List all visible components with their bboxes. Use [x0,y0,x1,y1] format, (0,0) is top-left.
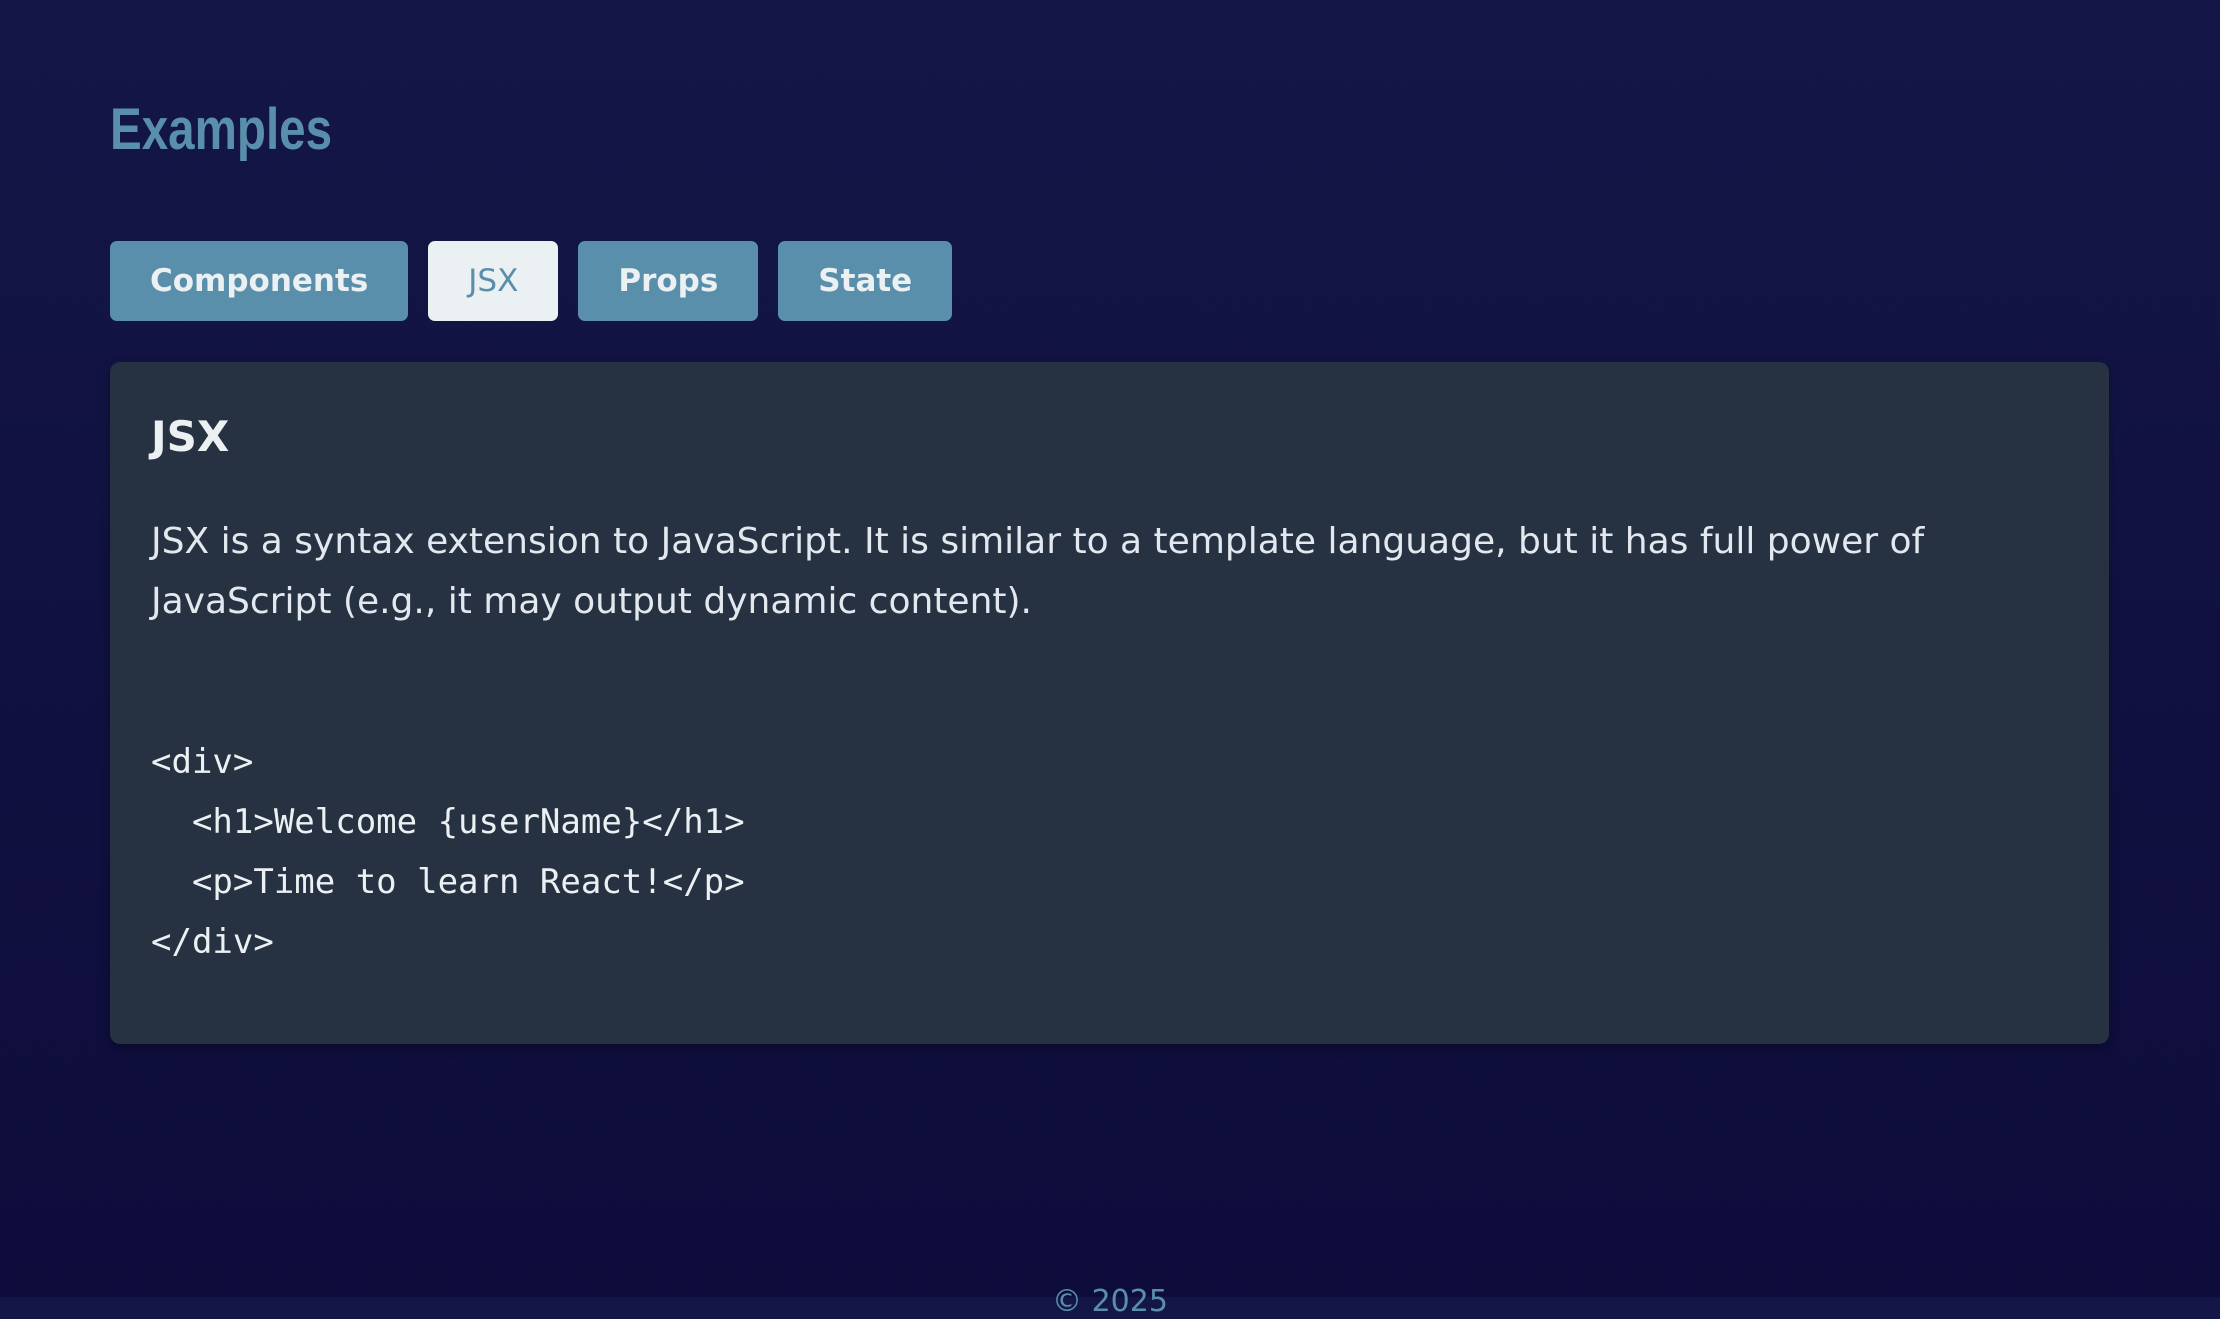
tab-bar: Components JSX Props State [110,241,953,321]
code-example: <div> <h1>Welcome {userName}</h1> <p>Tim… [151,742,745,962]
footer-text: © 2025 [1052,1284,1168,1319]
tab-components[interactable]: Components [110,241,409,321]
tab-props[interactable]: Props [578,241,759,321]
content-description: JSX is a syntax extension to JavaScript.… [151,521,1925,622]
tab-jsx[interactable]: JSX [428,241,559,321]
section-title: Examples [110,97,333,162]
tab-state[interactable]: State [778,241,953,321]
content-title: JSX [151,412,230,461]
tab-content-panel: JSX JSX is a syntax extension to JavaScr… [110,362,2109,1044]
